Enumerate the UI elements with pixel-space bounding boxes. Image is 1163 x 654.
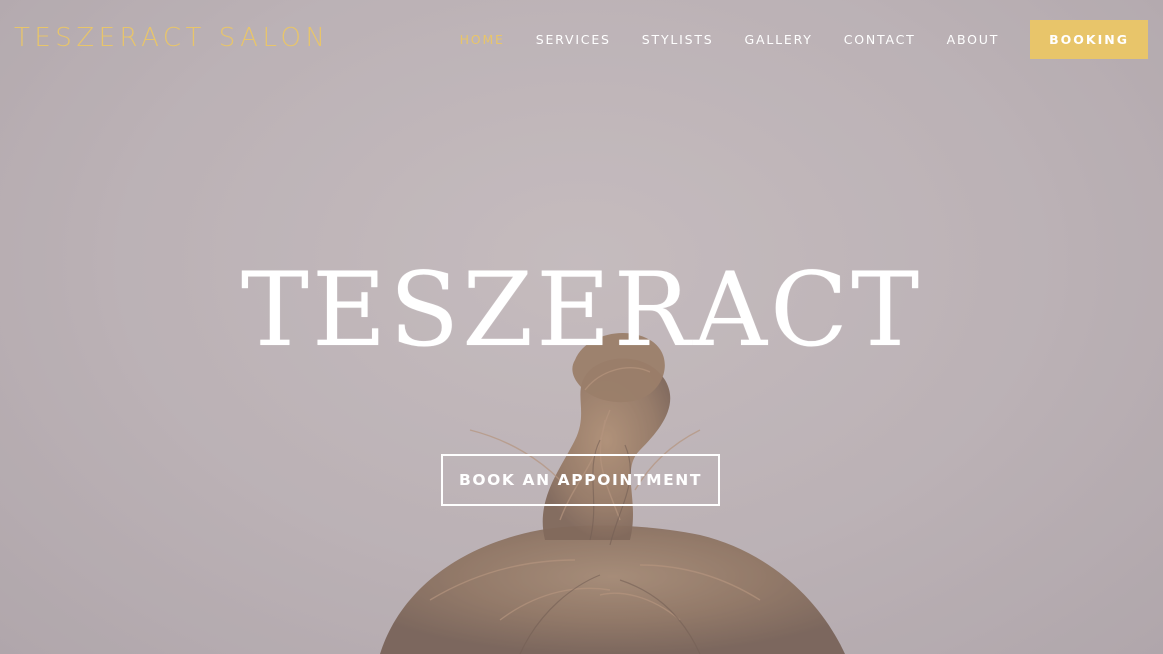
hero-section: TESZERACT SALON HOME SERVICES STYLISTS G… bbox=[0, 0, 1163, 654]
book-appointment-button[interactable]: BOOK AN APPOINTMENT bbox=[441, 454, 720, 506]
nav-gallery[interactable]: GALLERY bbox=[745, 32, 813, 47]
site-logo[interactable]: TESZERACT SALON bbox=[14, 22, 329, 54]
booking-button[interactable]: BOOKING bbox=[1030, 20, 1148, 59]
nav-about[interactable]: ABOUT bbox=[947, 32, 1000, 47]
nav-stylists[interactable]: STYLISTS bbox=[642, 32, 714, 47]
main-navigation: HOME SERVICES STYLISTS GALLERY CONTACT A… bbox=[429, 20, 1148, 59]
nav-home[interactable]: HOME bbox=[460, 32, 505, 47]
nav-contact[interactable]: CONTACT bbox=[844, 32, 916, 47]
nav-services[interactable]: SERVICES bbox=[536, 32, 611, 47]
hero-title: TESZERACT bbox=[240, 251, 923, 370]
